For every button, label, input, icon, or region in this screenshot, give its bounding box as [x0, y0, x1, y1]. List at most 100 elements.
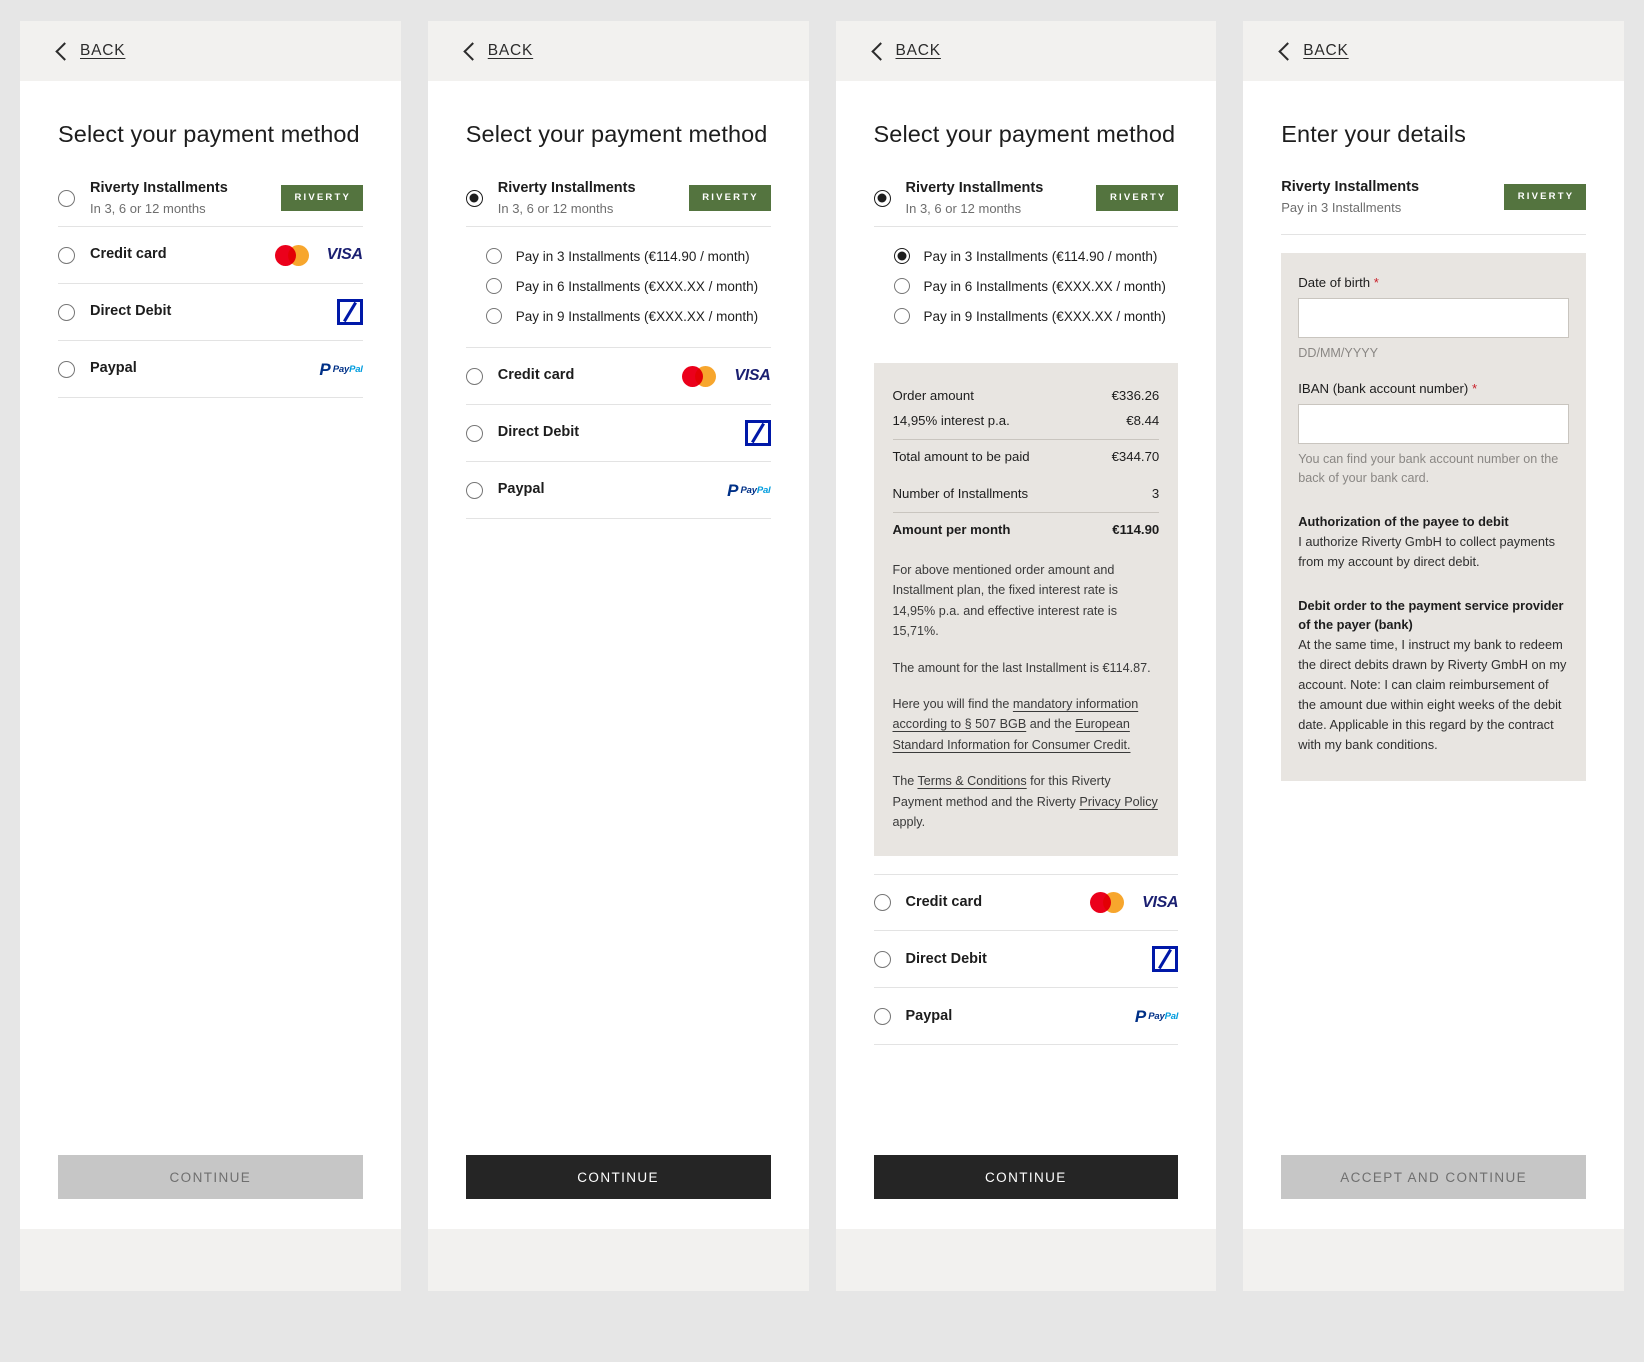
panel-4-footer: ACCEPT AND CONTINUE: [1243, 1155, 1624, 1229]
summary-divider: [892, 439, 1160, 440]
continue-button[interactable]: CONTINUE: [465, 1155, 771, 1199]
panel-4-body: Enter your details Riverty Installments …: [1243, 81, 1624, 1155]
installment-options-group: Pay in 3 Installments (€114.90 / month) …: [465, 227, 771, 348]
payment-option-title: Paypal: [497, 481, 545, 498]
paypal-word-pal: Pal: [756, 484, 771, 496]
payment-option-title: Credit card: [90, 246, 167, 263]
payment-option-paypal[interactable]: Paypal P PayPal: [465, 462, 771, 519]
payment-option-credit-card[interactable]: Credit card VISA: [465, 348, 771, 405]
radio-credit-card[interactable]: [465, 367, 483, 385]
radio-riverty[interactable]: [873, 189, 891, 207]
radio-paypal[interactable]: [465, 481, 483, 499]
screenshot-stage: BACK Select your payment method Riverty …: [0, 0, 1644, 1362]
installment-option-6[interactable]: Pay in 6 Installments (€XXX.XX / month): [874, 271, 1179, 301]
back-button[interactable]: BACK: [870, 41, 941, 61]
back-button[interactable]: BACK: [1278, 41, 1349, 61]
payment-option-credit-card[interactable]: Credit card VISA: [873, 874, 1179, 932]
panel-2-body: Select your payment method Riverty Insta…: [427, 81, 809, 1155]
installment-option-3[interactable]: Pay in 3 Installments (€114.90 / month): [466, 241, 771, 271]
link-terms-and-conditions[interactable]: Terms & Conditions: [917, 774, 1026, 788]
payment-option-riverty[interactable]: Riverty Installments In 3, 6 or 12 month…: [873, 170, 1179, 227]
panel-1-body: Select your payment method Riverty Insta…: [20, 81, 401, 1155]
payment-option-title: Direct Debit: [905, 950, 987, 967]
radio-direct-debit[interactable]: [465, 424, 483, 442]
link-privacy-policy[interactable]: Privacy Policy: [1079, 795, 1157, 809]
paypal-mark: P: [319, 359, 331, 379]
visa-icon: VISA: [1142, 893, 1179, 911]
paypal-icon: P PayPal: [1134, 1006, 1179, 1026]
payment-option-labels: Direct Debit: [498, 423, 735, 443]
radio-riverty[interactable]: [465, 189, 483, 207]
date-of-birth-input[interactable]: [1298, 298, 1569, 339]
radio-installment-3[interactable]: [485, 248, 502, 264]
radio-paypal[interactable]: [873, 1007, 891, 1025]
payment-option-direct-debit[interactable]: Direct Debit: [58, 284, 363, 341]
payment-option-paypal[interactable]: Paypal P PayPal: [873, 988, 1179, 1046]
installment-option-label: Pay in 3 Installments (€114.90 / month): [923, 248, 1158, 264]
summary-label: Order amount: [892, 388, 974, 403]
payment-option-paypal[interactable]: Paypal P PayPal: [58, 341, 363, 398]
back-button[interactable]: BACK: [463, 41, 533, 61]
radio-credit-card[interactable]: [873, 894, 891, 912]
panel-3-footer: CONTINUE: [835, 1155, 1217, 1229]
radio-installment-6[interactable]: [485, 278, 502, 294]
installment-option-6[interactable]: Pay in 6 Installments (€XXX.XX / month): [466, 271, 771, 301]
payment-option-logos: RIVERTY: [280, 185, 363, 211]
panel-3-spacer: [874, 1045, 1179, 1155]
installment-option-9[interactable]: Pay in 9 Installments (€XXX.XX / month): [874, 301, 1179, 331]
payment-option-labels: Direct Debit: [906, 950, 1143, 970]
paypal-mark: P: [1134, 1006, 1147, 1026]
summary-label: 14,95% interest p.a.: [892, 413, 1010, 428]
panel-2-footer: CONTINUE: [427, 1155, 809, 1229]
summary-row-interest: 14,95% interest p.a. €8.44: [893, 408, 1160, 433]
paypal-word-pay: Pay: [1148, 1010, 1165, 1022]
installment-option-3[interactable]: Pay in 3 Installments (€114.90 / month): [874, 241, 1179, 271]
visa-icon: VISA: [734, 367, 771, 384]
back-label: BACK: [1303, 42, 1349, 59]
installment-option-label: Pay in 9 Installments (€XXX.XX / month): [515, 308, 759, 324]
radio-installment-9[interactable]: [485, 308, 502, 324]
panel-step-4-enter-details: BACK Enter your details Riverty Installm…: [1243, 21, 1624, 1291]
radio-installment-9[interactable]: [893, 308, 910, 324]
date-of-birth-label: Date of birth *: [1298, 275, 1569, 290]
deutsche-bank-icon: [1152, 946, 1179, 973]
continue-button[interactable]: CONTINUE: [873, 1155, 1179, 1199]
back-button[interactable]: BACK: [55, 41, 125, 61]
payment-option-labels: Credit card: [90, 245, 265, 265]
summary-gap: [893, 469, 1160, 481]
payment-option-riverty[interactable]: Riverty Installments In 3, 6 or 12 month…: [465, 170, 771, 227]
payment-option-subtitle: In 3, 6 or 12 months: [497, 200, 614, 216]
radio-installment-6[interactable]: [893, 278, 910, 294]
required-marker: *: [1471, 381, 1478, 396]
payment-option-direct-debit[interactable]: Direct Debit: [465, 405, 771, 462]
debit-order-heading: Debit order to the payment service provi…: [1298, 597, 1564, 633]
summary-label: Amount per month: [892, 522, 1011, 537]
panel-1-spacer: [58, 398, 363, 1155]
payment-option-credit-card[interactable]: Credit card VISA: [58, 227, 363, 284]
page-title: Enter your details: [1281, 121, 1466, 147]
radio-installment-3[interactable]: [893, 248, 910, 264]
continue-button[interactable]: CONTINUE: [58, 1155, 363, 1199]
payment-option-title: Direct Debit: [497, 424, 580, 441]
accept-and-continue-button[interactable]: ACCEPT AND CONTINUE: [1281, 1155, 1586, 1199]
riverty-logo-icon: RIVERTY: [1504, 184, 1586, 210]
payment-option-title: Credit card: [905, 894, 983, 911]
payment-option-labels: Paypal: [90, 359, 309, 379]
radio-direct-debit[interactable]: [58, 303, 75, 321]
payment-option-title: Riverty Installments: [497, 179, 636, 196]
payment-option-title: Riverty Installments: [905, 179, 1044, 196]
radio-direct-debit[interactable]: [873, 950, 891, 968]
payment-option-labels: Riverty Installments In 3, 6 or 12 month…: [90, 179, 271, 217]
iban-input[interactable]: [1298, 404, 1569, 444]
payment-option-riverty[interactable]: Riverty Installments In 3, 6 or 12 month…: [58, 170, 363, 227]
visa-icon: VISA: [326, 246, 363, 263]
summary-value: €8.44: [1126, 413, 1160, 428]
radio-riverty[interactable]: [58, 189, 75, 207]
radio-credit-card[interactable]: [58, 246, 75, 264]
payment-option-direct-debit[interactable]: Direct Debit: [873, 931, 1179, 989]
summary-note-last-installment: The amount for the last Installment is €…: [892, 660, 1151, 675]
radio-paypal[interactable]: [58, 360, 75, 378]
payment-option-logos: [1152, 946, 1179, 973]
summary-row-order-amount: Order amount €336.26: [893, 383, 1160, 408]
installment-option-9[interactable]: Pay in 9 Installments (€XXX.XX / month): [466, 301, 771, 331]
